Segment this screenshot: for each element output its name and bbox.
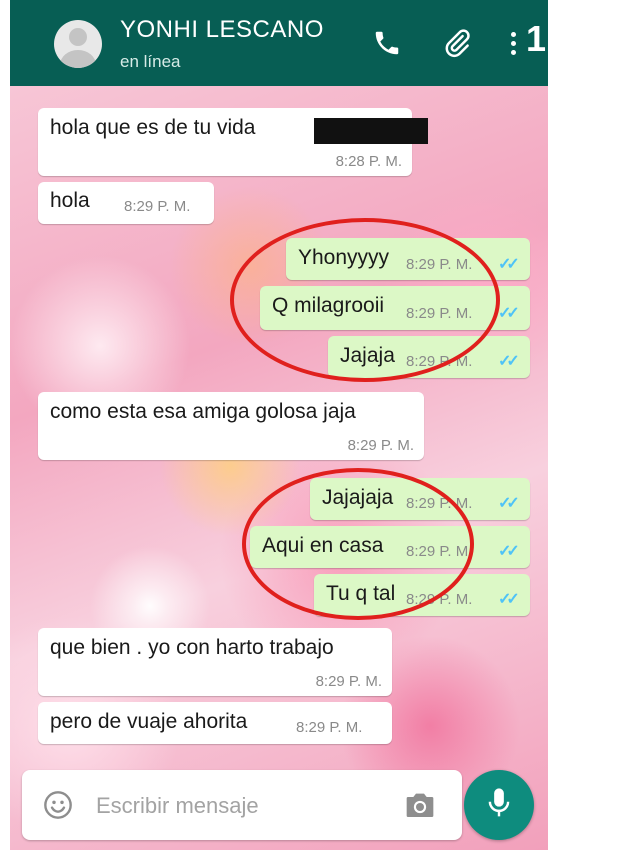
redaction-block xyxy=(314,118,428,144)
chat-screen: YONHI LESCANO en línea 1 hola que es de … xyxy=(10,0,548,850)
mic-button[interactable] xyxy=(464,770,534,840)
message-bubble-incoming[interactable]: que bien . yo con harto trabajo 8:29 P. … xyxy=(38,628,392,696)
contact-name[interactable]: YONHI LESCANO xyxy=(120,16,324,44)
message-text: hola xyxy=(50,189,90,212)
message-time: 8:29 P. M. xyxy=(296,719,363,736)
annotation-circle xyxy=(242,468,474,620)
read-receipt-icon: ✓✓ xyxy=(498,305,520,322)
chat-header[interactable]: YONHI LESCANO en línea 1 xyxy=(10,0,548,86)
message-input[interactable] xyxy=(94,770,398,842)
message-text: que bien . yo con harto trabajo xyxy=(50,636,334,659)
message-time: 8:28 P. M. xyxy=(335,153,402,170)
avatar-body-shape xyxy=(60,50,96,68)
message-text: pero de vuaje ahorita xyxy=(50,710,248,733)
message-text: como esta esa amiga golosa jaja xyxy=(50,400,356,423)
message-time: 8:29 P. M. xyxy=(124,198,191,215)
read-receipt-icon: ✓✓ xyxy=(498,353,520,370)
emoji-icon[interactable] xyxy=(42,789,74,826)
avatar-head-shape xyxy=(69,28,87,46)
message-time: 8:29 P. M. xyxy=(315,673,382,690)
message-time: 8:29 P. M. xyxy=(347,437,414,454)
phone-icon[interactable] xyxy=(370,26,404,60)
message-text: hola que es de tu vida xyxy=(50,116,256,139)
read-receipt-icon: ✓✓ xyxy=(498,256,520,273)
message-bubble-incoming[interactable]: hola 8:29 P. M. xyxy=(38,182,214,224)
message-bubble-incoming[interactable]: como esta esa amiga golosa jaja 8:29 P. … xyxy=(38,392,424,460)
message-bubble-incoming[interactable]: hola que es de tu vida 8:28 P. M. xyxy=(38,108,428,176)
microphone-icon xyxy=(484,786,514,825)
avatar[interactable] xyxy=(54,20,102,68)
contact-status: en línea xyxy=(120,52,181,71)
message-compose-bar xyxy=(22,770,462,842)
read-receipt-icon: ✓✓ xyxy=(498,495,520,512)
message-bubble-incoming[interactable]: pero de vuaje ahorita 8:29 P. M. xyxy=(38,702,392,744)
more-vertical-icon[interactable] xyxy=(506,26,520,60)
read-receipt-icon: ✓✓ xyxy=(498,543,520,560)
paperclip-icon[interactable] xyxy=(440,26,474,60)
annotation-circle xyxy=(230,218,500,382)
image-number-label: 1 xyxy=(526,18,547,59)
read-receipt-icon: ✓✓ xyxy=(498,591,520,608)
camera-icon[interactable] xyxy=(404,790,436,825)
